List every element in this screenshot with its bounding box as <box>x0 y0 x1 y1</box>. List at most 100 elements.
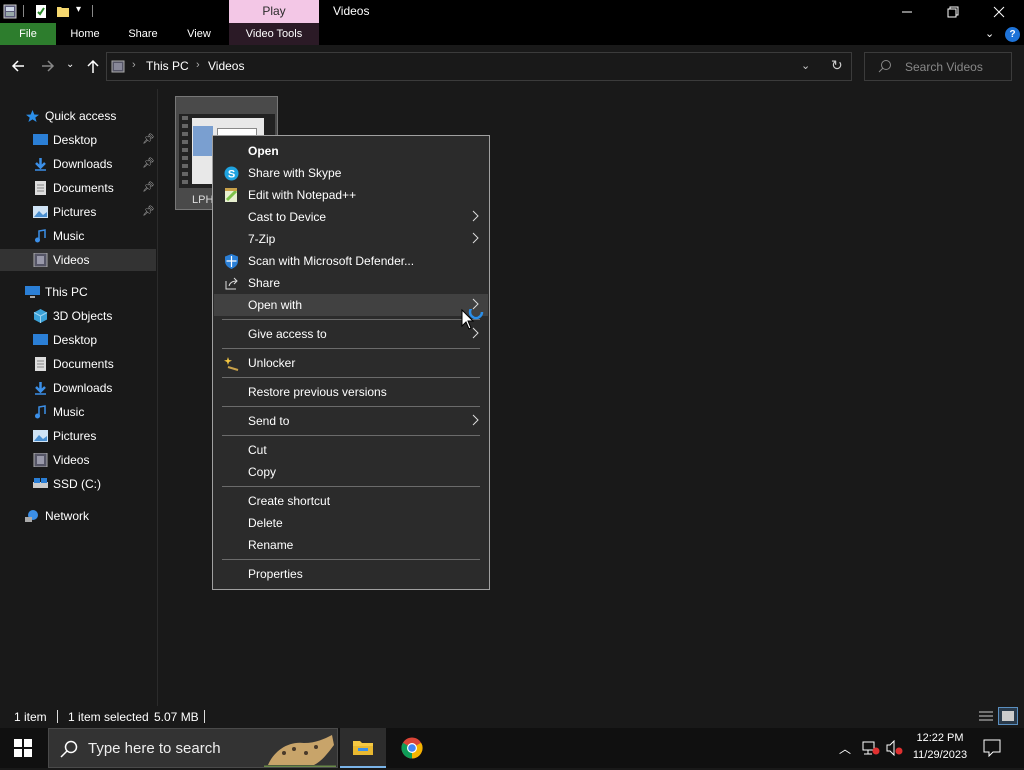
menu-item-share-skype[interactable]: S Share with Skype <box>214 162 488 184</box>
drive-icon <box>33 477 48 491</box>
menu-item-share[interactable]: Share <box>214 272 488 294</box>
nav-qa-videos[interactable]: Videos <box>0 249 156 271</box>
breadcrumb-this-pc[interactable]: This PC <box>146 59 189 73</box>
start-button[interactable] <box>14 739 32 760</box>
menu-item-rename[interactable]: Rename <box>214 534 488 556</box>
menu-item-delete[interactable]: Delete <box>214 512 488 534</box>
menu-item-create-shortcut[interactable]: Create shortcut <box>214 490 488 512</box>
nav-qa-downloads[interactable]: Downloads 📌︎ <box>0 153 156 175</box>
menu-item-edit-notepadpp[interactable]: Edit with Notepad++ <box>214 184 488 206</box>
back-button[interactable] <box>10 58 26 77</box>
recent-locations-button[interactable]: ⌄ <box>66 59 74 70</box>
menu-item-open[interactable]: Open <box>214 140 488 162</box>
up-arrow-icon <box>87 59 99 73</box>
nav-pc-videos[interactable]: Videos <box>0 449 156 471</box>
menu-item-7zip[interactable]: 7-Zip <box>214 228 488 250</box>
restore-icon <box>947 6 959 17</box>
details-view-button[interactable] <box>978 709 994 726</box>
tab-share[interactable]: Share <box>118 23 168 45</box>
nav-pc-3d-objects[interactable]: 3D Objects <box>0 305 156 327</box>
navigation-pane: Quick access Desktop 📌︎ Downloads 📌︎ Doc… <box>0 89 158 706</box>
menu-item-cast-to-device[interactable]: Cast to Device <box>214 206 488 228</box>
search-placeholder: Search Videos <box>905 60 983 74</box>
menu-item-give-access[interactable]: Give access to <box>214 323 488 345</box>
tab-file[interactable]: File <box>0 23 56 45</box>
menu-item-properties[interactable]: Properties <box>214 563 488 585</box>
restore-button[interactable] <box>930 0 976 23</box>
close-button[interactable] <box>976 0 1022 23</box>
nav-pc-desktop[interactable]: Desktop <box>0 329 156 351</box>
refresh-icon[interactable]: ↻ <box>831 57 843 74</box>
nav-pc-documents[interactable]: Documents <box>0 353 156 375</box>
nav-pc-ssd[interactable]: SSD (C:) <box>0 473 156 495</box>
nav-qa-music[interactable]: Music <box>0 225 156 247</box>
tab-home[interactable]: Home <box>60 23 110 45</box>
close-icon <box>993 6 1005 17</box>
file-explorer-icon <box>353 741 373 755</box>
nav-qa-documents[interactable]: Documents 📌︎ <box>0 177 156 199</box>
clock-time[interactable]: 12:22 PM <box>909 732 971 744</box>
address-dropdown-icon[interactable]: ⌄ <box>801 59 810 72</box>
nav-quick-access[interactable]: Quick access <box>0 105 156 127</box>
menu-item-scan-defender[interactable]: Scan with Microsoft Defender... <box>214 250 488 272</box>
nav-pc-music[interactable]: Music <box>0 401 156 423</box>
defender-shield-icon <box>224 254 239 269</box>
menu-separator <box>222 377 480 378</box>
nav-this-pc[interactable]: This PC <box>0 281 156 303</box>
show-hidden-icons-button[interactable]: ︿ <box>839 740 851 757</box>
navigation-bar: ⌄ › This PC › Videos ⌄ ↻ Search Videos <box>0 45 1024 89</box>
properties-icon[interactable] <box>34 4 48 19</box>
up-button[interactable] <box>85 58 101 77</box>
tab-video-tools[interactable]: Video Tools <box>229 23 319 45</box>
explorer-app-icon[interactable] <box>3 4 17 19</box>
ribbon-tabs: File Home Share View Video Tools ⌄ ? <box>0 23 1024 45</box>
taskbar-search-box[interactable]: Type here to search <box>48 728 338 769</box>
taskbar-chrome[interactable] <box>390 728 434 768</box>
clock-date[interactable]: 11/29/2023 <box>909 749 971 761</box>
menu-item-restore-previous[interactable]: Restore previous versions <box>214 381 488 403</box>
videos-icon <box>33 452 48 468</box>
new-folder-icon[interactable] <box>56 4 70 19</box>
menu-separator <box>222 319 480 320</box>
search-box[interactable]: Search Videos <box>864 52 1012 81</box>
menu-item-send-to[interactable]: Send to <box>214 410 488 432</box>
status-divider <box>57 710 58 723</box>
title-bar: ▾ Play Videos <box>0 0 1024 23</box>
expand-ribbon-icon[interactable]: ⌄ <box>985 27 994 40</box>
star-icon <box>25 109 40 123</box>
large-icons-view-button[interactable] <box>998 707 1018 725</box>
address-bar[interactable]: › This PC › Videos ⌄ ↻ <box>106 52 852 81</box>
menu-separator <box>222 435 480 436</box>
forward-button[interactable] <box>40 58 56 77</box>
nav-pc-downloads[interactable]: Downloads <box>0 377 156 399</box>
nav-qa-pictures[interactable]: Pictures 📌︎ <box>0 201 156 223</box>
menu-item-unlocker[interactable]: Unlocker <box>214 352 488 374</box>
nav-qa-desktop[interactable]: Desktop 📌︎ <box>0 129 156 151</box>
menu-item-cut[interactable]: Cut <box>214 439 488 461</box>
menu-item-copy[interactable]: Copy <box>214 461 488 483</box>
breadcrumb-videos[interactable]: Videos <box>208 59 244 73</box>
forward-arrow-icon <box>42 60 55 72</box>
network-status-icon[interactable] <box>862 740 880 759</box>
large-icons-view-icon <box>1002 711 1014 721</box>
help-icon[interactable]: ? <box>1005 27 1020 42</box>
desktop-icon <box>33 133 48 147</box>
notifications-button[interactable] <box>983 739 1001 760</box>
nav-network[interactable]: Network <box>0 505 156 527</box>
documents-icon <box>33 181 48 195</box>
volume-muted-icon[interactable] <box>886 739 904 759</box>
back-arrow-icon <box>11 60 24 72</box>
menu-separator <box>222 348 480 349</box>
qat-dropdown-icon[interactable]: ▾ <box>76 4 81 15</box>
menu-separator <box>222 406 480 407</box>
videos-folder-icon <box>111 59 125 74</box>
menu-item-open-with[interactable]: Open with <box>214 294 488 316</box>
music-icon <box>33 405 48 419</box>
nav-pc-pictures[interactable]: Pictures <box>0 425 156 447</box>
file-name-label: LPH <box>192 194 214 206</box>
submenu-arrow-icon <box>470 209 480 223</box>
minimize-button[interactable] <box>884 0 930 23</box>
taskbar-file-explorer[interactable] <box>340 728 386 768</box>
tab-view[interactable]: View <box>176 23 222 45</box>
tab-play-header[interactable]: Play <box>229 0 319 23</box>
